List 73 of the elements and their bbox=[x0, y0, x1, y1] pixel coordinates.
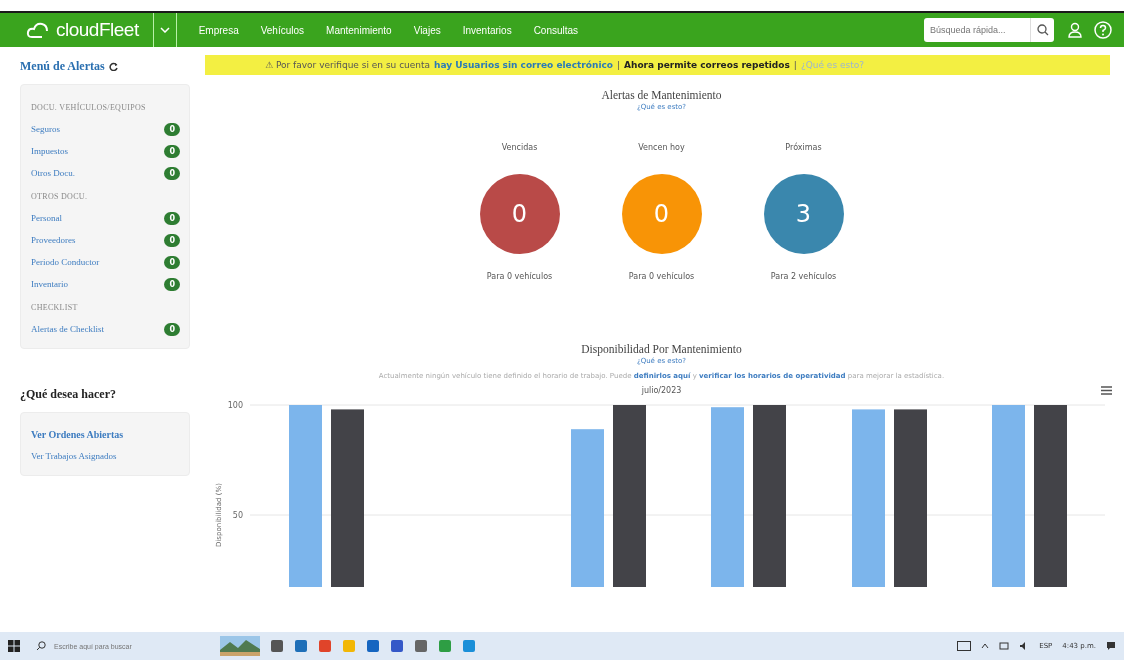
alert-link[interactable]: Otros Docu. bbox=[31, 168, 75, 178]
app-icon[interactable] bbox=[390, 639, 404, 653]
app-icon[interactable] bbox=[294, 639, 308, 653]
menu-button[interactable] bbox=[1101, 386, 1112, 395]
app-icon[interactable] bbox=[366, 639, 380, 653]
count-badge: 0 bbox=[164, 233, 180, 247]
help-icon bbox=[1094, 21, 1112, 39]
tick-label: 100 bbox=[227, 401, 243, 410]
section-title: Alertas de Mantenimiento bbox=[601, 89, 722, 101]
banner-notice: Ahora permite correos repetidos bbox=[624, 60, 790, 70]
alert-link[interactable]: Seguros bbox=[31, 124, 60, 134]
app-icon[interactable] bbox=[318, 639, 332, 653]
card-footer: Para 0 vehículos bbox=[628, 272, 695, 281]
separator: | bbox=[793, 60, 797, 70]
count-badge: 0 bbox=[164, 144, 180, 158]
actions-title: ¿Qué desea hacer? bbox=[20, 387, 117, 402]
caret-icon bbox=[981, 643, 990, 649]
quick-search-field[interactable]: Búsqueda rápida... bbox=[924, 18, 1030, 42]
windows-icon bbox=[8, 640, 20, 652]
count-circle: 0 bbox=[621, 174, 702, 254]
user-icon bbox=[1068, 22, 1082, 38]
notification-icon bbox=[1106, 641, 1116, 651]
search-icon bbox=[1036, 24, 1049, 36]
group-heading: DOCU. VEHÍCULOS/EQUIPOS bbox=[31, 103, 147, 112]
nav-link[interactable]: Viajes bbox=[413, 24, 441, 36]
search-button[interactable] bbox=[1030, 18, 1054, 42]
alert-link[interactable]: Proveedores bbox=[31, 235, 76, 245]
alert-link[interactable]: Impuestos bbox=[31, 146, 68, 156]
action-link[interactable]: Ver Trabajos Asignados bbox=[31, 451, 117, 461]
nav-link[interactable]: Mantenimiento bbox=[326, 24, 392, 36]
separator: | bbox=[617, 60, 621, 70]
app-icon[interactable] bbox=[414, 639, 428, 653]
count-badge: 0 bbox=[164, 166, 180, 180]
section-title: Disponibilidad Por Mantenimiento bbox=[581, 343, 742, 355]
logo: cloudFleet bbox=[26, 19, 139, 41]
card-footer: Para 2 vehículos bbox=[770, 272, 837, 281]
card-label: Vencen hoy bbox=[638, 143, 685, 152]
nav-link[interactable]: Consultas bbox=[533, 24, 579, 36]
sidebar-title: Menú de Alertas bbox=[20, 59, 105, 74]
group-heading: CHECKLIST bbox=[31, 303, 79, 312]
banner-link[interactable]: hay Usuarios sin correo electrónico bbox=[434, 60, 613, 70]
help-button[interactable] bbox=[1094, 21, 1112, 39]
count-badge: 0 bbox=[164, 322, 180, 336]
group-heading: OTROS DOCU. bbox=[31, 192, 89, 201]
alert-link[interactable]: Periodo Conductor bbox=[31, 257, 100, 267]
refresh-icon bbox=[108, 62, 118, 71]
chart-title: julio/2023 bbox=[641, 386, 682, 395]
banner-text: ⚠ Por favor verifique si en su cuenta bbox=[265, 60, 431, 70]
app-icon[interactable] bbox=[462, 639, 476, 653]
nav-link[interactable]: Empresa bbox=[198, 24, 239, 36]
alert-link[interactable]: Personal bbox=[31, 213, 62, 223]
count-circle: 0 bbox=[479, 174, 560, 254]
alert-link[interactable]: Alertas de Checklist bbox=[31, 324, 104, 334]
nav-link[interactable]: Vehículos bbox=[260, 24, 305, 36]
card-footer: Para 0 vehículos bbox=[486, 272, 553, 281]
app-icon[interactable] bbox=[438, 639, 452, 653]
card-label: Próximas bbox=[785, 143, 822, 152]
app-icon[interactable] bbox=[270, 639, 284, 653]
search-icon bbox=[36, 641, 46, 651]
count-badge: 0 bbox=[164, 122, 180, 136]
menu-icon bbox=[1101, 386, 1112, 395]
dropdown-button[interactable] bbox=[152, 13, 177, 47]
nav-link[interactable]: Inventarios bbox=[462, 24, 512, 36]
action-link[interactable]: Ver Ordenes Abiertas bbox=[31, 428, 124, 440]
card-label: Vencidas bbox=[501, 143, 538, 152]
alert-link[interactable]: Inventario bbox=[31, 279, 68, 289]
chevron-icon bbox=[159, 27, 170, 33]
tick-label: 50 bbox=[232, 511, 243, 520]
count-badge: 0 bbox=[164, 211, 180, 225]
count-badge: 0 bbox=[164, 255, 180, 269]
count-circle: 3 bbox=[763, 174, 844, 254]
user-button[interactable] bbox=[1068, 22, 1082, 38]
count-badge: 0 bbox=[164, 277, 180, 291]
